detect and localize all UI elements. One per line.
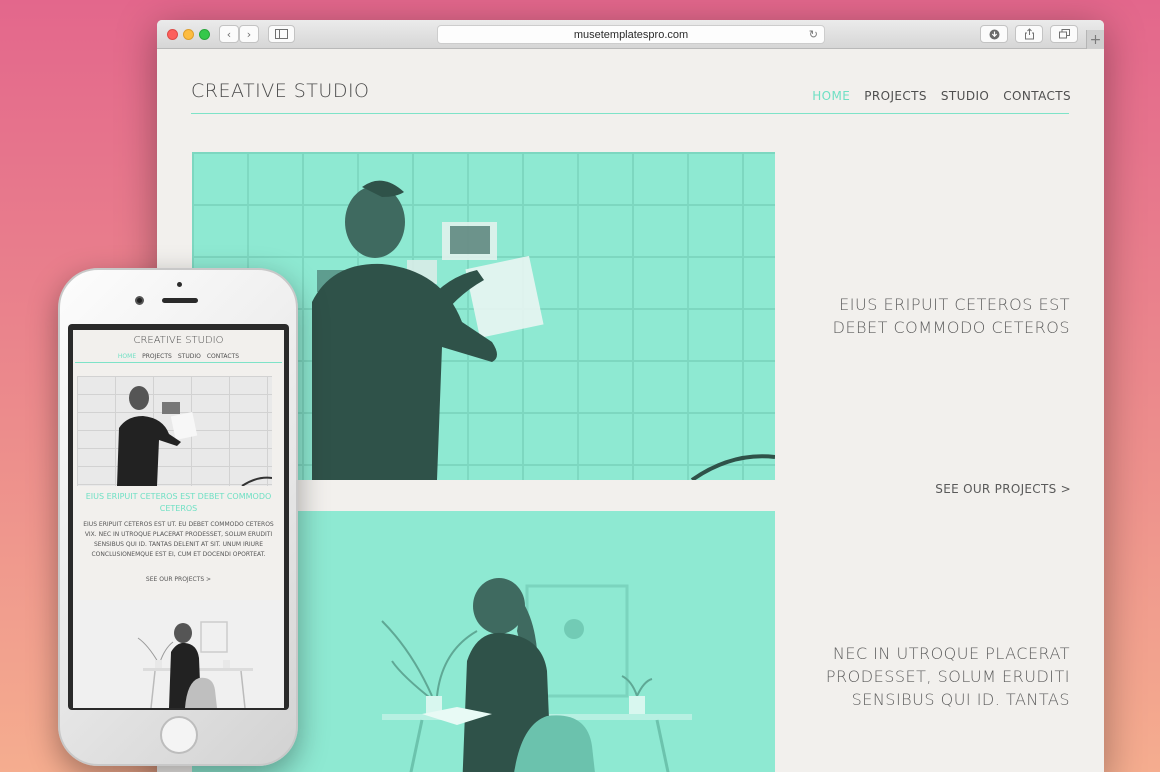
- mobile-hero-photo: [77, 376, 272, 486]
- share-icon: [1024, 28, 1034, 40]
- mobile-site: CREATIVE STUDIO HOME PROJECTS STUDIO CON…: [73, 330, 284, 708]
- sidebar-icon: [275, 29, 288, 39]
- tabs-icon: [1058, 29, 1070, 39]
- phone-mockup: CREATIVE STUDIO HOME PROJECTS STUDIO CON…: [58, 268, 298, 766]
- mobile-nav-projects[interactable]: PROJECTS: [142, 353, 172, 360]
- browser-window: ‹ › musetemplatespro.com ↻ + CREATIVE ST…: [157, 20, 1104, 772]
- mobile-nav-home[interactable]: HOME: [118, 353, 136, 360]
- proximity-sensor: [177, 282, 182, 287]
- front-camera-icon: [135, 296, 144, 305]
- section2-headline: NEC IN UTROQUE PLACERAT PRODESSET, SOLUM…: [825, 644, 1070, 709]
- browser-toolbar: ‹ › musetemplatespro.com ↻ +: [157, 20, 1104, 49]
- chevron-left-icon: ‹: [226, 27, 232, 41]
- reload-icon[interactable]: ↻: [809, 28, 818, 41]
- section1-headline: EIUS ERIPUIT CETEROS EST DEBET COMMODO C…: [832, 295, 1070, 337]
- back-button[interactable]: ‹: [219, 25, 239, 43]
- nav-studio[interactable]: STUDIO: [941, 89, 989, 103]
- close-window-button[interactable]: [167, 29, 178, 40]
- mobile-nav-contacts[interactable]: CONTACTS: [207, 353, 239, 360]
- url-text: musetemplatespro.com: [573, 28, 689, 41]
- header-divider: [191, 113, 1069, 114]
- mobile-section-headline: EIUS ERIPUIT CETEROS EST DEBET COMMODO C…: [85, 492, 272, 513]
- mobile-photo-woman-at-desk: [73, 600, 284, 708]
- site-logo[interactable]: CREATIVE STUDIO: [191, 80, 370, 102]
- earpiece-speaker: [162, 298, 198, 303]
- see-our-projects-link[interactable]: SEE OUR PROJECTS >: [935, 482, 1071, 496]
- zoom-window-button[interactable]: [199, 29, 210, 40]
- site-nav: HOME PROJECTS STUDIO CONTACTS: [812, 89, 1071, 103]
- share-button[interactable]: [1015, 25, 1043, 43]
- address-bar[interactable]: musetemplatespro.com ↻: [437, 25, 825, 44]
- mobile-body-text: EIUS ERIPUIT CETEROS EST UT. EU DEBET CO…: [83, 521, 274, 558]
- nav-contacts[interactable]: CONTACTS: [1003, 89, 1071, 103]
- mobile-nav-studio[interactable]: STUDIO: [178, 353, 201, 360]
- mobile-site-logo[interactable]: CREATIVE STUDIO: [73, 335, 284, 346]
- chevron-right-icon: ›: [246, 27, 252, 41]
- home-button[interactable]: [160, 716, 198, 754]
- downloads-button[interactable]: [980, 25, 1008, 43]
- nav-home[interactable]: HOME: [812, 89, 850, 103]
- nav-projects[interactable]: PROJECTS: [864, 89, 927, 103]
- mobile-header-divider: [75, 362, 282, 363]
- download-icon: [989, 29, 999, 39]
- minimize-window-button[interactable]: [183, 29, 194, 40]
- phone-screen: CREATIVE STUDIO HOME PROJECTS STUDIO CON…: [68, 324, 289, 710]
- tabs-overview-button[interactable]: [1050, 25, 1078, 43]
- forward-button[interactable]: ›: [239, 25, 259, 43]
- sidebar-toggle-button[interactable]: [268, 25, 295, 43]
- new-tab-button[interactable]: +: [1086, 30, 1104, 49]
- mobile-see-our-projects-link[interactable]: SEE OUR PROJECTS >: [73, 576, 284, 583]
- mobile-nav: HOME PROJECTS STUDIO CONTACTS: [73, 353, 284, 360]
